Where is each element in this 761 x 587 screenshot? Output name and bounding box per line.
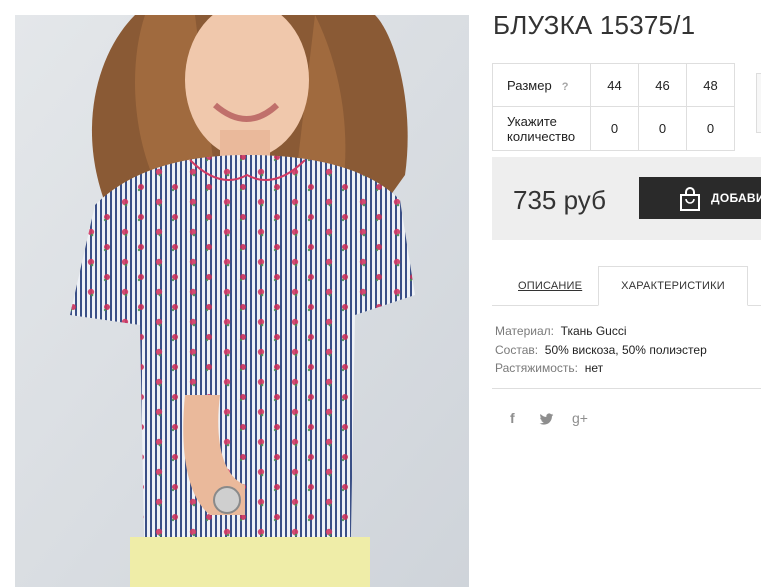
specs-list: Материал: Ткань Gucci Состав: 50% вискоз… bbox=[495, 322, 707, 378]
add-to-cart-label: ДОБАВИТЬ bbox=[711, 191, 761, 205]
spec-row: Состав: 50% вискоза, 50% полиэстер bbox=[495, 341, 707, 360]
quantity-label-line2: количество bbox=[507, 128, 576, 144]
product-photo[interactable] bbox=[15, 15, 469, 587]
facebook-icon[interactable]: f bbox=[510, 410, 515, 426]
side-thumbnail[interactable] bbox=[756, 73, 761, 133]
tab-description[interactable]: ОПИСАНИЕ bbox=[518, 280, 582, 292]
product-title: БЛУЗКА 15375/1 bbox=[493, 10, 696, 40]
quantity-label-line1: Укажите bbox=[507, 113, 557, 129]
size-option-44[interactable]: 44 bbox=[590, 63, 639, 107]
size-quantity-table: Размер? 44 46 48 Укажите количество 0 0 0 bbox=[492, 63, 735, 151]
add-to-cart-button[interactable]: ДОБАВИТЬ bbox=[639, 177, 761, 219]
size-option-48[interactable]: 48 bbox=[686, 63, 735, 107]
divider bbox=[492, 388, 761, 389]
spec-value: 50% вискоза, 50% полиэстер bbox=[544, 342, 707, 357]
google-plus-icon[interactable]: g+ bbox=[572, 410, 588, 426]
product-image bbox=[15, 15, 469, 587]
spec-key: Растяжимость: bbox=[495, 361, 579, 375]
twitter-icon[interactable] bbox=[539, 413, 554, 426]
size-help-icon[interactable]: ? bbox=[562, 81, 569, 93]
size-row: Размер? 44 46 48 bbox=[492, 63, 735, 107]
price-box: 735 руб ДОБАВИТЬ bbox=[492, 157, 761, 240]
shopping-bag-icon bbox=[680, 187, 700, 211]
quantity-input-44[interactable]: 0 bbox=[590, 106, 639, 151]
size-label: Размер bbox=[507, 77, 552, 93]
size-option-46[interactable]: 46 bbox=[638, 63, 687, 107]
quantity-label-cell: Укажите количество bbox=[492, 106, 591, 151]
quantity-input-46[interactable]: 0 bbox=[638, 106, 687, 151]
spec-row: Растяжимость: нет bbox=[495, 359, 707, 378]
price: 735 руб bbox=[513, 185, 606, 215]
spec-key: Материал: bbox=[495, 324, 554, 338]
spec-row: Материал: Ткань Gucci bbox=[495, 322, 707, 341]
quantity-input-48[interactable]: 0 bbox=[686, 106, 735, 151]
spec-key: Состав: bbox=[495, 342, 539, 357]
spec-value: Ткань Gucci bbox=[560, 324, 627, 338]
product-tabs: ОПИСАНИЕ ХАРАКТЕРИСТИКИ bbox=[492, 266, 761, 306]
spec-value: нет bbox=[584, 361, 604, 375]
size-label-cell: Размер? bbox=[492, 63, 591, 107]
tab-characteristics[interactable]: ХАРАКТЕРИСТИКИ bbox=[598, 266, 748, 306]
quantity-row: Укажите количество 0 0 0 bbox=[492, 106, 735, 151]
